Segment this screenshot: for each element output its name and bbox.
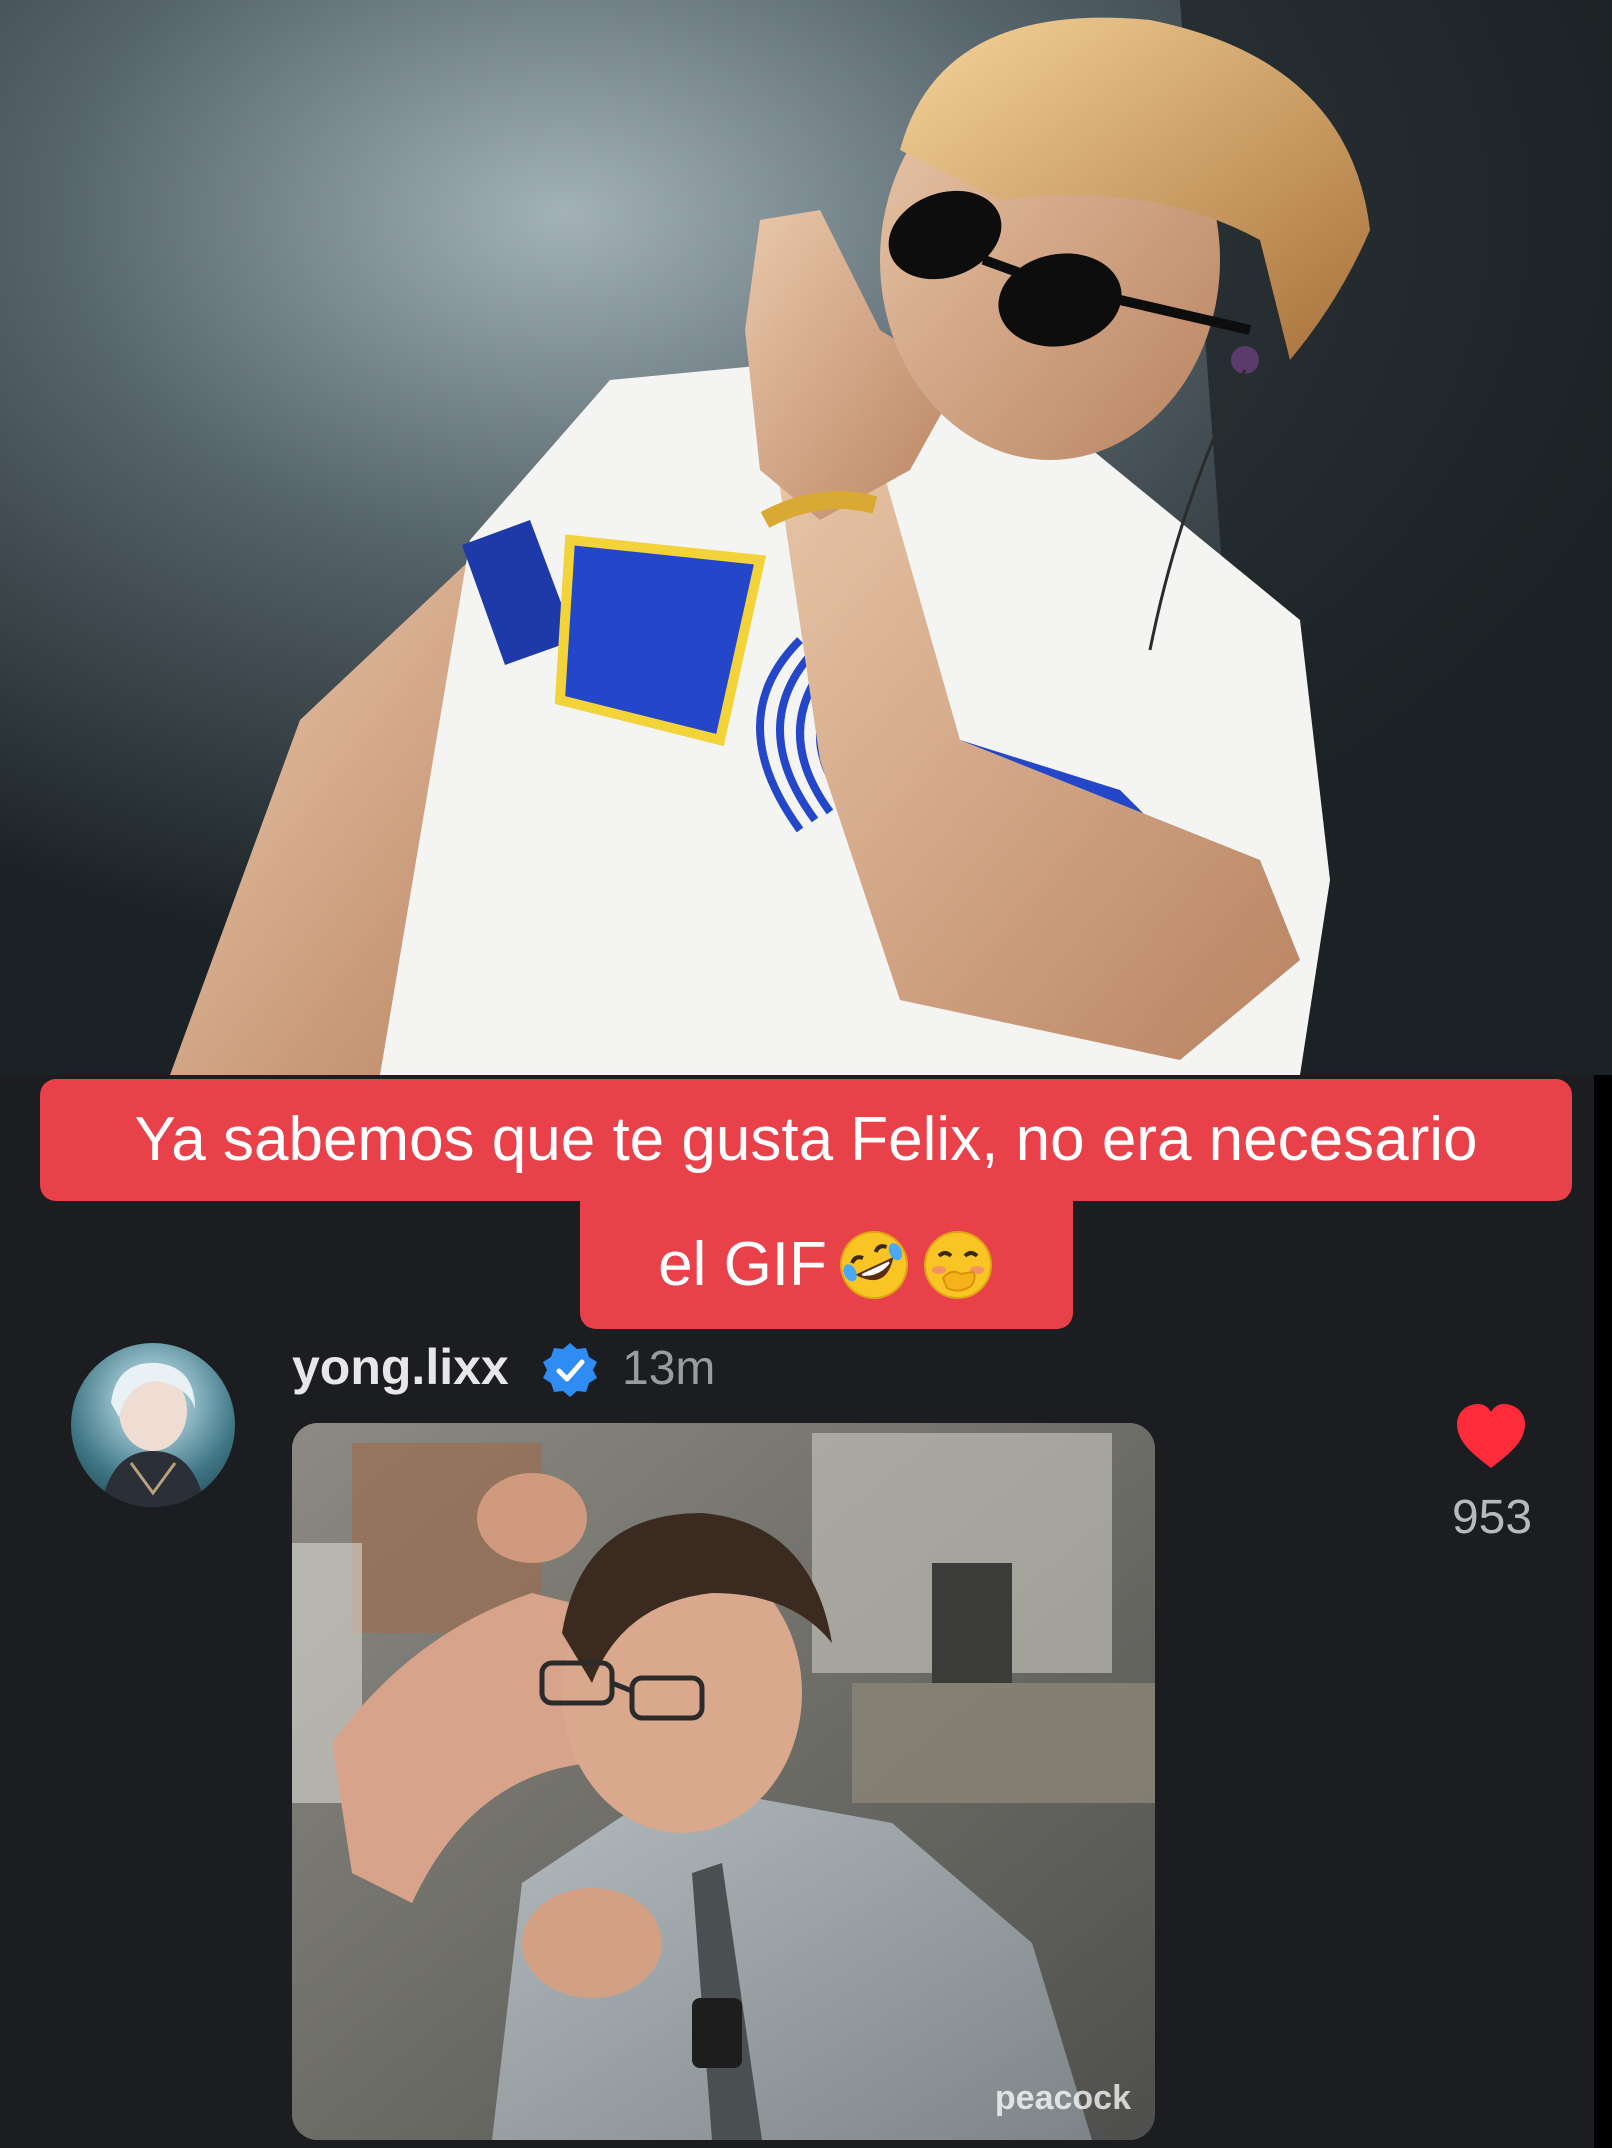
- like-count: 953: [1451, 1491, 1533, 1544]
- comment-gif[interactable]: peacock: [292, 1423, 1155, 2140]
- verified-badge-icon: [543, 1343, 597, 1397]
- comment-username[interactable]: yong.lixx: [292, 1338, 509, 1396]
- post-photo: [0, 0, 1612, 1075]
- person-photo-illustration: [0, 0, 1612, 1075]
- caption-line-2: el GIF: [580, 1201, 1073, 1329]
- rolling-on-floor-laughing-icon: [839, 1231, 908, 1299]
- caption-line-1-text: Ya sabemos que te gusta Felix, no era ne…: [134, 1105, 1478, 1174]
- avatar[interactable]: [71, 1343, 235, 1507]
- caption-overlay: Ya sabemos que te gusta Felix, no era ne…: [40, 1079, 1572, 1329]
- comment-timestamp: 13m: [622, 1342, 716, 1395]
- heart-icon[interactable]: [1453, 1402, 1529, 1472]
- face-with-hand-over-mouth-icon: [923, 1231, 992, 1299]
- gif-watermark: peacock: [994, 2079, 1131, 2117]
- caption-line-1: Ya sabemos que te gusta Felix, no era ne…: [40, 1079, 1572, 1201]
- gif-image: [292, 1423, 1155, 2140]
- caption-line-2-text: el GIF: [658, 1230, 827, 1299]
- avatar-image: [101, 1362, 205, 1507]
